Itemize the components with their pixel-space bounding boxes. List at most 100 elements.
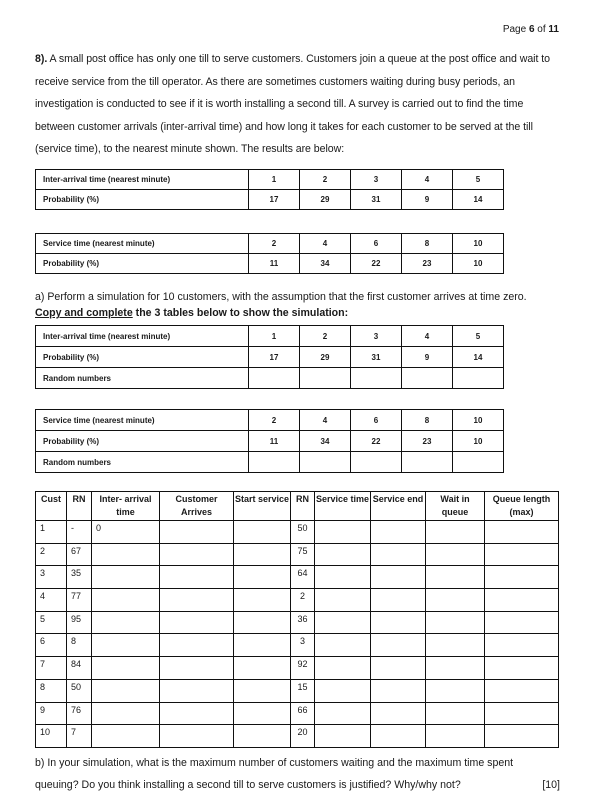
rn-arrival-cell: 67 xyxy=(66,542,92,567)
service-end-cell[interactable] xyxy=(370,542,426,567)
customer-arrives-cell[interactable] xyxy=(159,633,234,658)
simulation-row: 7 84 92 xyxy=(35,656,559,680)
random-numbers-cell[interactable] xyxy=(452,367,504,389)
customer-arrives-cell[interactable] xyxy=(159,520,234,544)
start-service-cell[interactable] xyxy=(233,701,291,726)
service-time-cell[interactable] xyxy=(314,588,371,612)
service-time-cell[interactable] xyxy=(314,610,371,635)
part-b-line2-wrap: queuing? Do you think installing a secon… xyxy=(35,774,560,796)
inter-arrival-cell[interactable] xyxy=(91,633,160,658)
wait-in-queue-cell[interactable] xyxy=(425,610,485,635)
customer-arrives-cell[interactable] xyxy=(159,588,234,612)
service-end-cell[interactable] xyxy=(370,520,426,544)
queue-length-cell[interactable] xyxy=(484,678,559,703)
cust-cell: 6 xyxy=(35,633,67,658)
inter-arrival-cell[interactable] xyxy=(91,701,160,726)
service-table: Service time (nearest minute) 2 4 6 8 10… xyxy=(35,233,504,274)
service-end-cell[interactable] xyxy=(370,633,426,658)
queue-length-cell[interactable] xyxy=(484,542,559,567)
queue-length-cell[interactable] xyxy=(484,701,559,726)
rn-service-cell: 3 xyxy=(290,633,315,658)
service-end-cell[interactable] xyxy=(370,724,426,748)
wait-in-queue-cell[interactable] xyxy=(425,542,485,567)
cust-cell: 9 xyxy=(35,701,67,726)
wait-in-queue-cell[interactable] xyxy=(425,633,485,658)
random-numbers-cell[interactable] xyxy=(350,451,402,473)
inter-arrival-cell[interactable] xyxy=(91,565,160,590)
service-label: Service time (nearest minute) xyxy=(35,409,249,431)
probability-value: 9 xyxy=(401,346,453,368)
service-time-cell[interactable] xyxy=(314,565,371,590)
customer-arrives-cell[interactable] xyxy=(159,565,234,590)
service-end-cell[interactable] xyxy=(370,678,426,703)
inter-arrival-cell[interactable] xyxy=(91,542,160,567)
start-service-cell[interactable] xyxy=(233,724,291,748)
rn-arrival-cell: 84 xyxy=(66,656,92,680)
random-numbers-cell[interactable] xyxy=(299,451,351,473)
inter-arrival-cell[interactable] xyxy=(91,588,160,612)
random-numbers-cell[interactable] xyxy=(452,451,504,473)
wait-in-queue-cell[interactable] xyxy=(425,520,485,544)
service-end-cell[interactable] xyxy=(370,565,426,590)
start-service-cell[interactable] xyxy=(233,565,291,590)
service-time-cell[interactable] xyxy=(314,633,371,658)
rn-service-cell: 36 xyxy=(290,610,315,635)
wait-in-queue-cell[interactable] xyxy=(425,678,485,703)
queue-length-cell[interactable] xyxy=(484,588,559,612)
customer-arrives-cell[interactable] xyxy=(159,678,234,703)
customer-arrives-cell[interactable] xyxy=(159,701,234,726)
customer-arrives-cell[interactable] xyxy=(159,656,234,680)
interarrival-value: 3 xyxy=(350,169,402,190)
service-time-cell[interactable] xyxy=(314,520,371,544)
service-time-cell[interactable] xyxy=(314,656,371,680)
inter-arrival-cell[interactable]: 0 xyxy=(91,520,160,544)
wait-in-queue-cell[interactable] xyxy=(425,565,485,590)
service-end-cell[interactable] xyxy=(370,656,426,680)
part-a-task-rest: the 3 tables below to show the simulatio… xyxy=(132,307,349,319)
inter-arrival-cell[interactable] xyxy=(91,724,160,748)
wait-in-queue-cell[interactable] xyxy=(425,724,485,748)
random-numbers-cell[interactable] xyxy=(299,367,351,389)
interarrival-label: Inter-arrival time (nearest minute) xyxy=(35,325,249,347)
queue-length-cell[interactable] xyxy=(484,724,559,748)
random-numbers-cell[interactable] xyxy=(248,367,300,389)
start-service-cell[interactable] xyxy=(233,542,291,567)
service-end-cell[interactable] xyxy=(370,610,426,635)
customer-arrives-cell[interactable] xyxy=(159,610,234,635)
service-time-cell[interactable] xyxy=(314,678,371,703)
start-service-cell[interactable] xyxy=(233,633,291,658)
random-numbers-cell[interactable] xyxy=(401,367,453,389)
service-row: Service time (nearest minute) 2 4 6 8 10 xyxy=(35,409,504,431)
service-end-cell[interactable] xyxy=(370,588,426,612)
start-service-cell[interactable] xyxy=(233,678,291,703)
service-time-cell[interactable] xyxy=(314,701,371,726)
queue-length-cell[interactable] xyxy=(484,520,559,544)
customer-arrives-cell[interactable] xyxy=(159,542,234,567)
queue-length-cell[interactable] xyxy=(484,565,559,590)
wait-in-queue-cell[interactable] xyxy=(425,701,485,726)
service-time-cell[interactable] xyxy=(314,724,371,748)
random-numbers-cell[interactable] xyxy=(350,367,402,389)
random-numbers-cell[interactable] xyxy=(401,451,453,473)
start-service-cell[interactable] xyxy=(233,610,291,635)
wait-in-queue-cell[interactable] xyxy=(425,588,485,612)
inter-arrival-cell[interactable] xyxy=(91,678,160,703)
wait-in-queue-cell[interactable] xyxy=(425,656,485,680)
random-numbers-label: Random numbers xyxy=(35,451,249,473)
customer-arrives-cell[interactable] xyxy=(159,724,234,748)
interarrival-value: 4 xyxy=(401,169,453,190)
queue-length-cell[interactable] xyxy=(484,610,559,635)
start-service-cell[interactable] xyxy=(233,520,291,544)
inter-arrival-cell[interactable] xyxy=(91,656,160,680)
queue-length-cell[interactable] xyxy=(484,633,559,658)
start-service-cell[interactable] xyxy=(233,588,291,612)
rn-arrival-cell: 7 xyxy=(66,724,92,748)
service-time-cell[interactable] xyxy=(314,542,371,567)
probability-value: 23 xyxy=(401,430,453,452)
inter-arrival-cell[interactable] xyxy=(91,610,160,635)
service-end-cell[interactable] xyxy=(370,701,426,726)
start-service-cell[interactable] xyxy=(233,656,291,680)
interarrival-row: Inter-arrival time (nearest minute) 1 2 … xyxy=(35,325,504,347)
queue-length-cell[interactable] xyxy=(484,656,559,680)
random-numbers-cell[interactable] xyxy=(248,451,300,473)
